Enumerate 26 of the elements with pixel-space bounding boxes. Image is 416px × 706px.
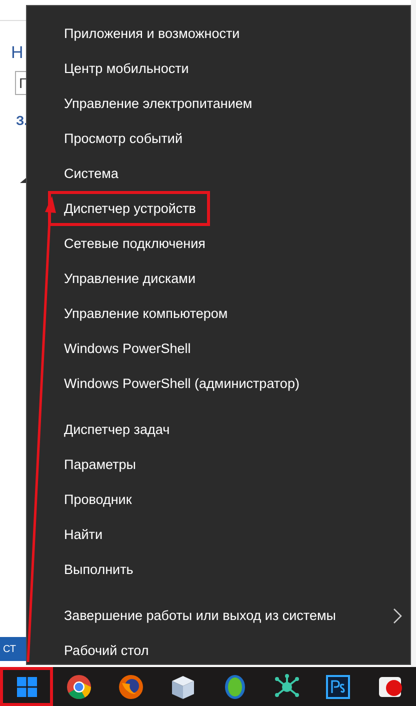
menu-item[interactable]: Центр мобильности xyxy=(48,51,203,86)
chrome-icon xyxy=(66,674,92,700)
menu-item[interactable]: Завершение работы или выход из системы xyxy=(48,598,350,633)
menu-item[interactable]: Сетевые подключения xyxy=(48,226,220,261)
cube-icon xyxy=(170,674,196,700)
menu-item[interactable]: Управление компьютером xyxy=(48,296,242,331)
menu-item[interactable]: Управление дисками xyxy=(48,261,210,296)
menu-item[interactable]: Найти xyxy=(48,517,117,552)
menu-item[interactable]: Выполнить xyxy=(48,552,148,587)
menu-item[interactable]: Управление электропитанием xyxy=(48,86,266,121)
start-button[interactable] xyxy=(0,667,54,706)
menu-item[interactable]: Windows PowerShell (администратор) xyxy=(48,366,314,401)
menu-item[interactable]: Приложения и возможности xyxy=(48,16,254,51)
menu-item[interactable]: Параметры xyxy=(48,447,150,482)
menu-item[interactable]: Проводник xyxy=(48,482,146,517)
menu-item[interactable]: Windows PowerShell xyxy=(48,331,205,366)
menu-item[interactable]: Просмотр событий xyxy=(48,121,197,156)
firefox-icon xyxy=(118,674,144,700)
windows-icon xyxy=(16,676,37,696)
menu-item[interactable]: Рабочий стол xyxy=(48,633,163,668)
menu-item[interactable]: Система xyxy=(48,156,132,191)
photoshop-icon xyxy=(326,674,350,698)
menu-item[interactable]: Диспетчер задач xyxy=(48,412,184,447)
window-title: Н xyxy=(11,43,24,63)
status-text: СТ xyxy=(2,644,16,654)
menu-item[interactable]: Диспетчер устройств xyxy=(48,191,210,226)
